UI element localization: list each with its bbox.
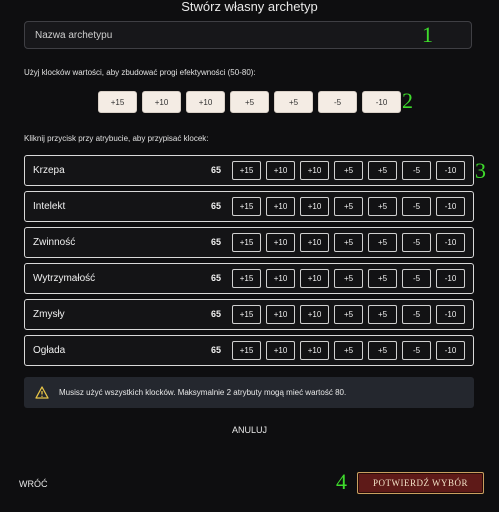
annotation-marker-4: 4 [336,469,347,494]
assign-chip-button[interactable]: +15 [232,233,261,252]
assign-chip-button[interactable]: +15 [232,197,261,216]
assign-chip-button[interactable]: +5 [368,269,397,288]
assign-chip-button[interactable]: +10 [266,197,295,216]
value-chip[interactable]: +10 [142,91,181,113]
warning-text: Musisz użyć wszystkich klocków. Maksymal… [59,388,347,397]
assign-chip-button[interactable]: +5 [334,233,363,252]
assign-chip-button[interactable]: +5 [368,305,397,324]
assign-chip-button[interactable]: +5 [334,197,363,216]
assign-chip-button[interactable]: +10 [300,197,329,216]
assign-chip-button[interactable]: +10 [300,269,329,288]
annotation-marker-1: 1 [422,22,433,47]
assign-chip-button[interactable]: +10 [266,233,295,252]
value-chip[interactable]: +15 [98,91,137,113]
attribute-chip-buttons: +15 +10 +10 +5 +5 -5 -10 [232,197,465,216]
assign-chip-button[interactable]: +10 [266,161,295,180]
assign-chip-button[interactable]: +15 [232,341,261,360]
value-chip[interactable]: +5 [274,91,313,113]
assign-chip-button[interactable]: -5 [402,269,431,288]
back-button[interactable]: WRÓĆ [19,479,48,489]
attribute-name: Wytrzymałość [33,273,96,284]
assign-chip-button[interactable]: +15 [232,305,261,324]
assign-chip-button[interactable]: -5 [402,233,431,252]
attribute-value: 65 [210,165,221,175]
confirm-choice-button[interactable]: POTWIERDŹ WYBÓR [357,472,484,494]
assign-chip-button[interactable]: -10 [436,197,465,216]
attribute-chip-buttons: +15 +10 +10 +5 +5 -5 -10 [232,305,465,324]
assign-chip-button[interactable]: -5 [402,197,431,216]
attribute-row: Intelekt 65 +15 +10 +10 +5 +5 -5 -10 [24,191,474,222]
attribute-value: 65 [210,273,221,283]
assign-chip-button[interactable]: +5 [334,341,363,360]
value-chip[interactable]: -5 [318,91,357,113]
assign-chip-button[interactable]: +15 [232,269,261,288]
assign-chip-button[interactable]: +10 [266,269,295,288]
attribute-row: Krzepa 65 +15 +10 +10 +5 +5 -5 -10 [24,155,474,186]
assign-chip-button[interactable]: +5 [368,341,397,360]
attribute-chip-buttons: +15 +10 +10 +5 +5 -5 -10 [232,269,465,288]
attribute-row: Wytrzymałość 65 +15 +10 +10 +5 +5 -5 -10 [24,263,474,294]
assign-chip-button[interactable]: -10 [436,233,465,252]
attribute-row: Ogłada 65 +15 +10 +10 +5 +5 -5 -10 [24,335,474,366]
assign-chip-button[interactable]: +10 [300,233,329,252]
attribute-name: Ogłada [33,345,66,356]
assign-chip-button[interactable]: +5 [368,197,397,216]
value-chip[interactable]: +10 [186,91,225,113]
warning-banner: Musisz użyć wszystkich klocków. Maksymal… [24,377,474,408]
assign-chip-button[interactable]: +5 [368,161,397,180]
attribute-name: Krzepa [33,165,65,176]
chips-hint: Użyj klocków wartości, aby zbudować prog… [24,68,256,77]
attribute-name: Intelekt [33,201,66,212]
assign-chip-button[interactable]: +5 [334,269,363,288]
attribute-chip-buttons: +15 +10 +10 +5 +5 -5 -10 [232,233,465,252]
archetype-name-input[interactable] [24,21,472,49]
annotation-marker-3: 3 [475,158,486,183]
assign-chip-button[interactable]: -10 [436,269,465,288]
assign-chip-button[interactable]: -5 [402,305,431,324]
assign-chip-button[interactable]: -10 [436,161,465,180]
attribute-name: Zmysły [33,309,65,320]
attributes-hint: Kliknij przycisk przy atrybucie, aby prz… [24,134,209,143]
value-chips: +15 +10 +10 +5 +5 -5 -10 [98,91,401,113]
assign-chip-button[interactable]: -5 [402,161,431,180]
assign-chip-button[interactable]: +10 [300,161,329,180]
attribute-value: 65 [210,345,221,355]
page-title: Stwórz własny archetyp [181,0,318,14]
assign-chip-button[interactable]: +5 [368,233,397,252]
assign-chip-button[interactable]: +5 [334,161,363,180]
assign-chip-button[interactable]: -5 [402,341,431,360]
attribute-value: 65 [210,237,221,247]
attribute-name: Zwinność [33,237,76,248]
attribute-value: 65 [210,309,221,319]
assign-chip-button[interactable]: -10 [436,305,465,324]
attribute-value: 65 [210,201,221,211]
attribute-row: Zmysły 65 +15 +10 +10 +5 +5 -5 -10 [24,299,474,330]
attribute-chip-buttons: +15 +10 +10 +5 +5 -5 -10 [232,341,465,360]
warning-triangle-icon [35,386,49,399]
assign-chip-button[interactable]: +10 [300,341,329,360]
assign-chip-button[interactable]: +10 [300,305,329,324]
value-chip[interactable]: -10 [362,91,401,113]
attribute-chip-buttons: +15 +10 +10 +5 +5 -5 -10 [232,161,465,180]
assign-chip-button[interactable]: +10 [266,305,295,324]
assign-chip-button[interactable]: +5 [334,305,363,324]
attribute-row: Zwinność 65 +15 +10 +10 +5 +5 -5 -10 [24,227,474,258]
assign-chip-button[interactable]: +10 [266,341,295,360]
annotation-marker-2: 2 [402,88,413,113]
cancel-button[interactable]: ANULUJ [0,425,499,435]
assign-chip-button[interactable]: -10 [436,341,465,360]
value-chip[interactable]: +5 [230,91,269,113]
assign-chip-button[interactable]: +15 [232,161,261,180]
